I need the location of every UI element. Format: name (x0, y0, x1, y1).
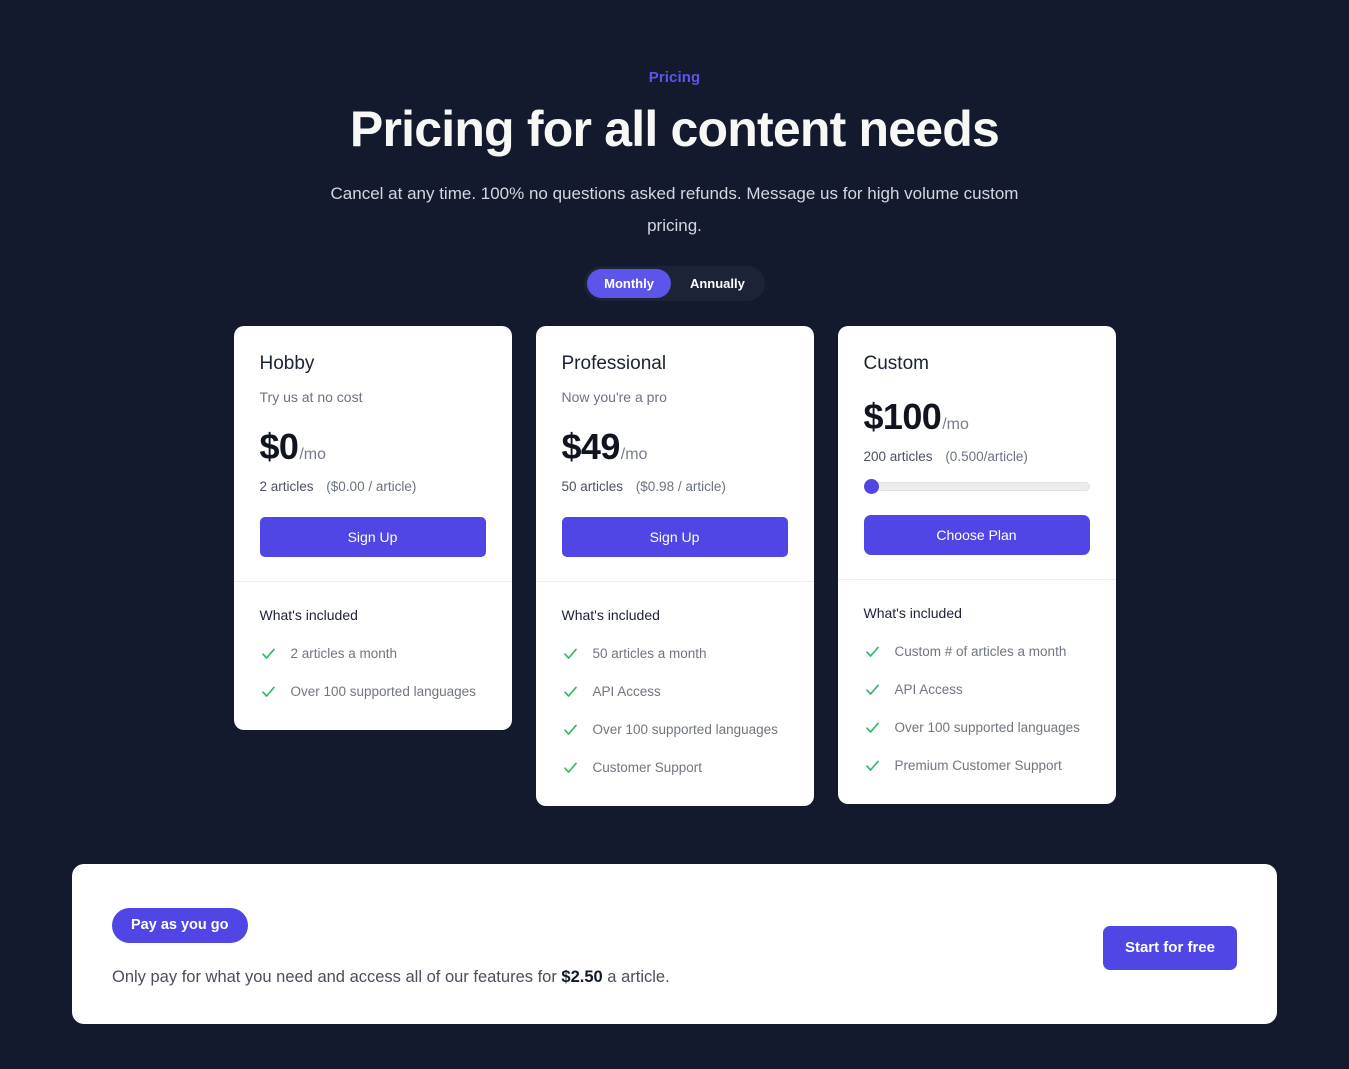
page-title: Pricing for all content needs (349, 101, 1000, 157)
plan-price: $49 (561, 426, 621, 467)
status-badge: Pay as you go (112, 908, 248, 943)
feature-item: Premium Customer Support (864, 757, 1090, 774)
plan-rate: ($0.00 / article) (326, 479, 417, 494)
plan-name: Custom (863, 353, 929, 374)
plan-price-row: $100 /mo (864, 398, 1090, 436)
plan-quota: 2 articles (259, 479, 314, 494)
pricing-page: Pricing Pricing for all content needs Ca… (0, 0, 1349, 1069)
signup-button-hobby[interactable]: Sign Up (259, 517, 486, 557)
choose-plan-button[interactable]: Choose Plan (863, 515, 1090, 555)
feature-label: API Access (592, 684, 661, 699)
plan-name: Hobby (259, 353, 315, 374)
check-icon (260, 683, 277, 700)
included-title: What's included (259, 607, 358, 623)
feature-label: API Access (894, 682, 963, 697)
check-icon (260, 645, 277, 662)
plan-price: $100 (863, 396, 942, 437)
pricing-cards: Hobby Try us at no cost $0 /mo 2 article… (0, 326, 1349, 806)
pricing-card-custom: Custom $100 /mo 200 articles (0.500/arti… (837, 326, 1116, 804)
check-icon (864, 681, 881, 698)
plan-rate: ($0.98 / article) (635, 479, 726, 494)
feature-label: 2 articles a month (290, 646, 398, 661)
included-title: What's included (863, 605, 962, 621)
plan-price-row: $49 /mo (562, 428, 788, 466)
feature-label: Customer Support (592, 760, 703, 775)
feature-item: 50 articles a month (562, 645, 788, 662)
banner-content: Pay as you go Only pay for what you need… (112, 908, 670, 988)
page-eyebrow: Pricing (648, 69, 701, 86)
banner-text-before: Only pay for what you need and access al… (112, 968, 562, 986)
plan-tagline: Try us at no cost (259, 389, 363, 405)
page-subtitle: Cancel at any time. 100% no questions as… (330, 184, 1019, 235)
check-icon (562, 645, 579, 662)
banner-price: $2.50 (561, 968, 603, 986)
feature-item: Custom # of articles a month (864, 643, 1090, 660)
check-icon (562, 759, 579, 776)
banner-text: Only pay for what you need and access al… (112, 966, 670, 988)
pricing-card-hobby: Hobby Try us at no cost $0 /mo 2 article… (233, 326, 512, 730)
plan-quota-row: 2 articles ($0.00 / article) (260, 478, 486, 495)
billing-toggle[interactable]: Monthly Annually (584, 266, 765, 301)
plan-quota-row: 200 articles (0.500/article) (864, 448, 1090, 465)
feature-label: Premium Customer Support (894, 758, 1062, 773)
start-for-free-button[interactable]: Start for free (1102, 926, 1237, 970)
feature-item: 2 articles a month (260, 645, 486, 662)
card-features: What's included Custom # of articles a m… (837, 579, 1116, 804)
pay-as-you-go-banner: Pay as you go Only pay for what you need… (72, 864, 1277, 1024)
plan-quota-row: 50 articles ($0.98 / article) (562, 478, 788, 495)
billing-toggle-wrapper: Monthly Annually (0, 266, 1349, 301)
feature-label: Over 100 supported languages (592, 722, 778, 737)
feature-item: Over 100 supported languages (260, 683, 486, 700)
slider-track[interactable] (863, 481, 1090, 491)
card-header: Professional Now you're a pro $49 /mo 50… (536, 326, 814, 581)
check-icon (864, 757, 881, 774)
plan-price-period: /mo (620, 446, 648, 463)
signup-button-professional[interactable]: Sign Up (561, 517, 788, 557)
plan-price-period: /mo (299, 446, 327, 463)
articles-slider[interactable] (863, 478, 1090, 494)
feature-item: API Access (562, 683, 788, 700)
check-icon (864, 643, 881, 660)
feature-item: Over 100 supported languages (864, 719, 1090, 736)
check-icon (562, 683, 579, 700)
feature-item: Over 100 supported languages (562, 721, 788, 738)
plan-name: Professional (561, 353, 667, 374)
plan-price-row: $0 /mo (260, 428, 486, 466)
plan-quota: 200 articles (863, 449, 933, 464)
plan-tagline: Now you're a pro (561, 389, 667, 405)
check-icon (562, 721, 579, 738)
pricing-card-professional: Professional Now you're a pro $49 /mo 50… (535, 326, 814, 806)
check-icon (864, 719, 881, 736)
page-header: Pricing Pricing for all content needs Ca… (0, 0, 1349, 301)
billing-toggle-annually[interactable]: Annually (673, 269, 762, 298)
plan-price: $0 (259, 426, 299, 467)
card-header: Custom $100 /mo 200 articles (0.500/arti… (838, 326, 1116, 579)
feature-label: Over 100 supported languages (290, 684, 476, 699)
plan-quota: 50 articles (561, 479, 624, 494)
plan-rate: (0.500/article) (945, 449, 1028, 464)
card-header: Hobby Try us at no cost $0 /mo 2 article… (234, 326, 512, 581)
feature-item: Customer Support (562, 759, 788, 776)
feature-label: Over 100 supported languages (894, 720, 1080, 735)
included-title: What's included (561, 607, 660, 623)
card-features: What's included 2 articles a month Over … (233, 581, 512, 730)
card-features: What's included 50 articles a month API … (535, 581, 814, 806)
slider-thumb[interactable] (863, 478, 879, 494)
billing-toggle-monthly[interactable]: Monthly (587, 269, 671, 298)
plan-price-period: /mo (942, 416, 969, 433)
feature-label: 50 articles a month (592, 646, 707, 661)
feature-item: API Access (864, 681, 1090, 698)
banner-text-after: a article. (602, 968, 670, 986)
feature-label: Custom # of articles a month (894, 644, 1067, 659)
